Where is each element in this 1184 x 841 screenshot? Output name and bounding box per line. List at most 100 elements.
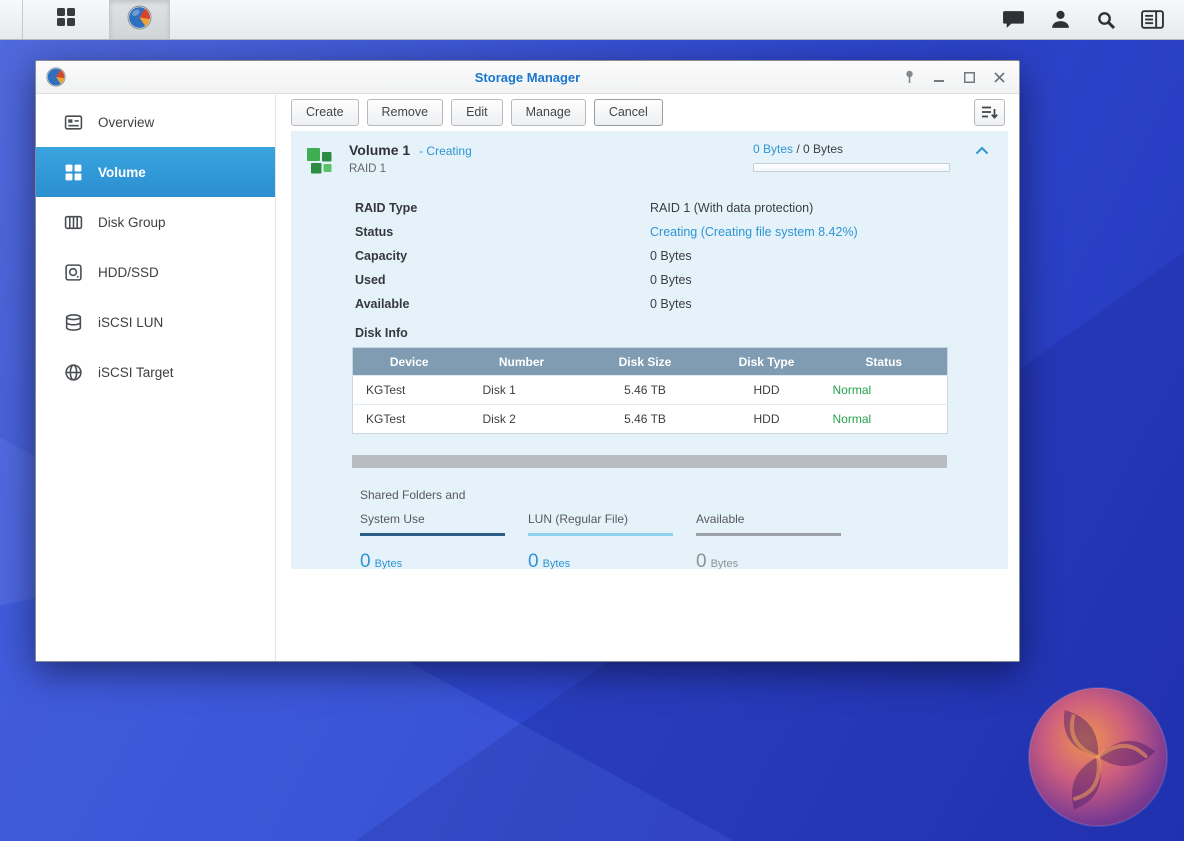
overview-icon: [63, 113, 83, 132]
table-row[interactable]: KGTest Disk 1 5.46 TB HDD Normal: [353, 376, 948, 405]
sidebar-item-overview[interactable]: Overview: [36, 97, 275, 147]
usage-legend: Shared Folders and System Use 0 Bytes LUN…: [360, 483, 1008, 569]
legend-shared-folders: Shared Folders and System Use 0 Bytes: [360, 483, 528, 569]
cell-status: Normal: [821, 405, 948, 434]
sidebar-item-disk-group[interactable]: Disk Group: [36, 197, 275, 247]
legend-label-line: LUN (Regular File): [528, 507, 696, 531]
column-header-number[interactable]: Number: [466, 348, 578, 376]
legend-label-line: System Use: [360, 507, 528, 531]
close-icon[interactable]: [992, 70, 1006, 84]
cancel-button[interactable]: Cancel: [594, 99, 663, 126]
legend-available: Available 0Bytes: [696, 483, 864, 569]
capacity-usage-bar: [352, 455, 947, 468]
iscsi-target-icon: [63, 363, 83, 382]
desktop-logo: [1024, 682, 1172, 837]
detail-label: Available: [355, 297, 650, 311]
legend-unit: Bytes: [711, 558, 739, 569]
sidebar-item-label: iSCSI LUN: [98, 315, 163, 330]
widgets-icon[interactable]: [1141, 10, 1164, 29]
volume-header: Volume 1 - Creating RAID 1 0 Bytes / 0 B…: [291, 131, 1008, 188]
cell-device: KGTest: [353, 376, 466, 405]
create-button[interactable]: Create: [291, 99, 359, 126]
remove-button[interactable]: Remove: [367, 99, 444, 126]
sidebar-item-label: Disk Group: [98, 215, 166, 230]
volume-details: RAID Type RAID 1 (With data protection) …: [291, 196, 1008, 316]
legend-value: 0: [360, 551, 371, 569]
column-header-disk-size[interactable]: Disk Size: [578, 348, 713, 376]
legend-color-bar: [696, 533, 841, 536]
detail-label: RAID Type: [355, 201, 650, 215]
maximize-icon[interactable]: [962, 70, 976, 84]
chevron-up-icon: [975, 146, 989, 155]
legend-value: 0: [696, 551, 707, 569]
cell-disk-size: 5.46 TB: [578, 405, 713, 434]
disk-group-icon: [63, 213, 83, 232]
toolbar: Create Remove Edit Manage Cancel: [276, 94, 1019, 131]
disk-info-title: Disk Info: [291, 326, 1008, 340]
legend-label-line: Shared Folders and: [360, 483, 528, 507]
storage-manager-window: Storage Manager: [35, 60, 1020, 662]
legend-unit: Bytes: [375, 558, 403, 569]
minimize-icon[interactable]: [932, 70, 946, 84]
iscsi-lun-icon: [63, 313, 83, 332]
volume-usage: 0 Bytes / 0 Bytes: [753, 142, 958, 172]
volume-name: Volume 1: [349, 142, 410, 158]
column-header-disk-type[interactable]: Disk Type: [713, 348, 821, 376]
table-header-row: Device Number Disk Size Disk Type Status: [353, 348, 948, 376]
detail-value: 0 Bytes: [650, 273, 692, 287]
taskbar-app-storage-manager[interactable]: [110, 0, 170, 39]
sidebar-item-label: iSCSI Target: [98, 365, 174, 380]
cell-disk-size: 5.46 TB: [578, 376, 713, 405]
taskbar-right: [1002, 0, 1184, 39]
legend-label-line: [528, 483, 696, 507]
user-icon[interactable]: [1050, 9, 1071, 30]
sidebar-item-label: HDD/SSD: [98, 265, 159, 280]
detail-row: Status Creating (Creating file system 8.…: [355, 220, 1008, 244]
sidebar-item-hdd-ssd[interactable]: HDD/SSD: [36, 247, 275, 297]
usage-used-link[interactable]: 0 Bytes: [753, 142, 793, 156]
sidebar-item-label: Overview: [98, 115, 154, 130]
pin-icon[interactable]: [902, 70, 916, 84]
cell-disk-type: HDD: [713, 405, 821, 434]
search-icon[interactable]: [1096, 10, 1116, 30]
detail-label: Used: [355, 273, 650, 287]
table-row[interactable]: KGTest Disk 2 5.46 TB HDD Normal: [353, 405, 948, 434]
legend-label-line: [696, 483, 864, 507]
detail-row: Used 0 Bytes: [355, 268, 1008, 292]
sidebar-item-volume[interactable]: Volume: [36, 147, 275, 197]
main-menu-button[interactable]: [22, 0, 110, 39]
sidebar: Overview Volume: [36, 94, 276, 661]
disk-info-table: Device Number Disk Size Disk Type Status…: [352, 347, 948, 434]
column-header-device[interactable]: Device: [353, 348, 466, 376]
chat-icon[interactable]: [1002, 9, 1025, 30]
window-controls: [902, 70, 1019, 84]
window-titlebar[interactable]: Storage Manager: [36, 61, 1019, 94]
cell-number: Disk 2: [466, 405, 578, 434]
detail-value-status-link[interactable]: Creating (Creating file system 8.42%): [650, 225, 858, 239]
detail-value: 0 Bytes: [650, 249, 692, 263]
column-header-status[interactable]: Status: [821, 348, 948, 376]
detail-label: Capacity: [355, 249, 650, 263]
legend-lun: LUN (Regular File) 0Bytes: [528, 483, 696, 569]
edit-button[interactable]: Edit: [451, 99, 503, 126]
cell-device: KGTest: [353, 405, 466, 434]
collapse-button[interactable]: [970, 146, 994, 155]
volume-icon: [63, 163, 83, 182]
detail-value: RAID 1 (With data protection): [650, 201, 813, 215]
detail-row: Capacity 0 Bytes: [355, 244, 1008, 268]
sidebar-item-iscsi-lun[interactable]: iSCSI LUN: [36, 297, 275, 347]
volume-panel: Volume 1 - Creating RAID 1 0 Bytes / 0 B…: [291, 131, 1008, 569]
hdd-ssd-icon: [63, 263, 83, 282]
legend-color-bar: [528, 533, 673, 536]
sidebar-item-iscsi-target[interactable]: iSCSI Target: [36, 347, 275, 397]
cell-disk-type: HDD: [713, 376, 821, 405]
window-title: Storage Manager: [36, 70, 1019, 85]
usage-total: / 0 Bytes: [793, 142, 843, 156]
sort-list-icon: [981, 105, 998, 120]
volume-raid-label: RAID 1: [349, 163, 753, 175]
sort-list-button[interactable]: [974, 99, 1005, 126]
detail-label: Status: [355, 225, 650, 239]
manage-button[interactable]: Manage: [511, 99, 586, 126]
sidebar-item-label: Volume: [98, 165, 146, 180]
cell-number: Disk 1: [466, 376, 578, 405]
